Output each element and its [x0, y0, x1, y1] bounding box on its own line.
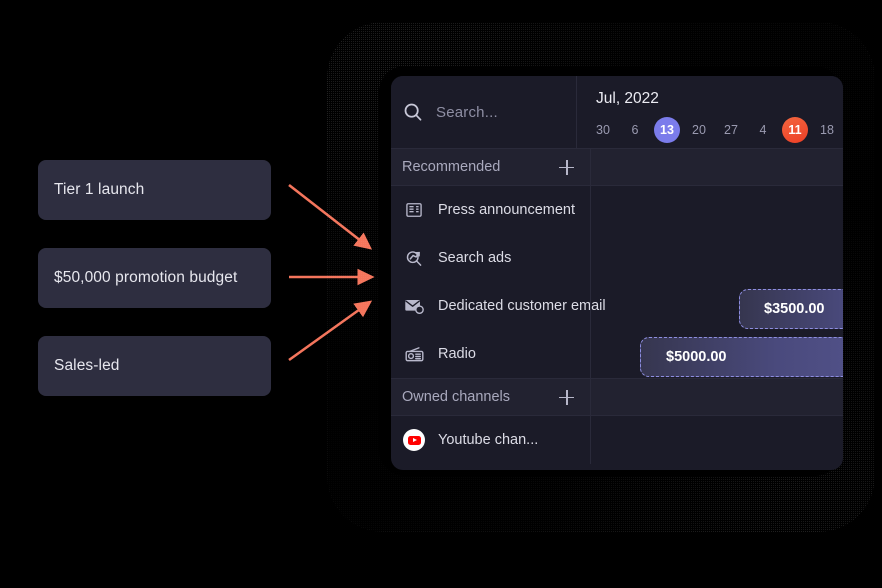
- search-bar[interactable]: Search...: [391, 76, 576, 148]
- section-header-owned-channels: Owned channels: [391, 378, 843, 416]
- youtube-play-triangle: [412, 438, 417, 442]
- timeline-track[interactable]: [590, 234, 843, 282]
- youtube-play-button: [407, 435, 421, 445]
- calendar-day-selected[interactable]: 13: [654, 117, 680, 143]
- annotation-card-label: $50,000 promotion budget: [54, 269, 238, 286]
- channel-label-cell: Search ads: [391, 234, 590, 282]
- channel-name: Search ads: [438, 250, 512, 266]
- calendar-day[interactable]: 18: [811, 117, 843, 143]
- calendar-day[interactable]: 27: [715, 117, 747, 143]
- channel-row[interactable]: Youtube chan...: [391, 416, 843, 464]
- section-title: Recommended: [402, 159, 501, 175]
- gantt-bar-label: $5000.00: [666, 349, 727, 365]
- search-icon: [404, 103, 422, 121]
- section-header-track: [590, 149, 843, 185]
- channel-name: Press announcement: [438, 202, 576, 218]
- section-title: Owned channels: [402, 389, 511, 405]
- search-input[interactable]: Search...: [436, 104, 498, 121]
- newspaper-icon: [402, 198, 426, 222]
- plus-icon[interactable]: [559, 159, 574, 175]
- screenshot-root: Tier 1 launch $50,000 promotion budget S…: [0, 0, 882, 588]
- gantt-bar-budget[interactable]: $3500.00: [739, 289, 843, 329]
- section-header-left: Owned channels: [391, 379, 590, 415]
- channel-label-cell: Youtube chan...: [391, 416, 590, 464]
- campaign-planner-panel: Search... Jul, 2022 30 6 13 20 27 4 11 1…: [391, 76, 843, 470]
- calendar-day[interactable]: 6: [619, 117, 651, 143]
- calendar-month-label: Jul, 2022: [596, 90, 659, 107]
- calendar-day-strip: 30 6 13 20 27 4 11 18: [587, 117, 843, 143]
- calendar-day-today[interactable]: 11: [782, 117, 808, 143]
- annotation-card-label: Sales-led: [54, 357, 120, 374]
- youtube-badge: [403, 429, 425, 451]
- section-header-track: [590, 379, 843, 415]
- channel-row[interactable]: Radio $5000.00: [391, 330, 843, 378]
- gantt-bar-budget[interactable]: $5000.00: [640, 337, 843, 377]
- section-header-left: Recommended: [391, 149, 590, 185]
- email-icon: [402, 294, 426, 318]
- timeline-track[interactable]: $3500.00: [590, 282, 843, 330]
- calendar-day[interactable]: 30: [587, 117, 619, 143]
- radio-icon: [402, 342, 426, 366]
- channel-label-cell: Press announcement: [391, 186, 590, 234]
- channel-name: Dedicated customer email: [438, 298, 606, 314]
- search-ads-icon: [402, 246, 426, 270]
- timeline-track[interactable]: [590, 416, 843, 464]
- annotation-card-promotion-budget[interactable]: $50,000 promotion budget: [38, 248, 271, 308]
- channel-row[interactable]: Dedicated customer email $3500.00: [391, 282, 843, 330]
- timeline-track[interactable]: [590, 186, 843, 234]
- plus-icon[interactable]: [559, 389, 574, 405]
- panel-header: Search... Jul, 2022 30 6 13 20 27 4 11 1…: [391, 76, 843, 148]
- annotation-card-tier-1-launch[interactable]: Tier 1 launch: [38, 160, 271, 220]
- channel-label-cell: Dedicated customer email: [391, 282, 606, 330]
- annotation-card-label: Tier 1 launch: [54, 181, 145, 198]
- channel-row[interactable]: Search ads: [391, 234, 843, 282]
- timeline-track[interactable]: $5000.00: [590, 330, 843, 378]
- channel-name: Radio: [438, 346, 476, 362]
- youtube-icon: [402, 428, 426, 452]
- channel-row[interactable]: Press announcement: [391, 186, 843, 234]
- calendar-day[interactable]: 20: [683, 117, 715, 143]
- gantt-bar-label: $3500.00: [764, 301, 825, 317]
- section-header-recommended: Recommended: [391, 148, 843, 186]
- annotation-card-sales-led[interactable]: Sales-led: [38, 336, 271, 396]
- calendar-day[interactable]: 4: [747, 117, 779, 143]
- channel-name: Youtube chan...: [438, 432, 539, 448]
- channel-label-cell: Radio: [391, 330, 590, 378]
- calendar-header: Jul, 2022 30 6 13 20 27 4 11 18: [576, 76, 843, 148]
